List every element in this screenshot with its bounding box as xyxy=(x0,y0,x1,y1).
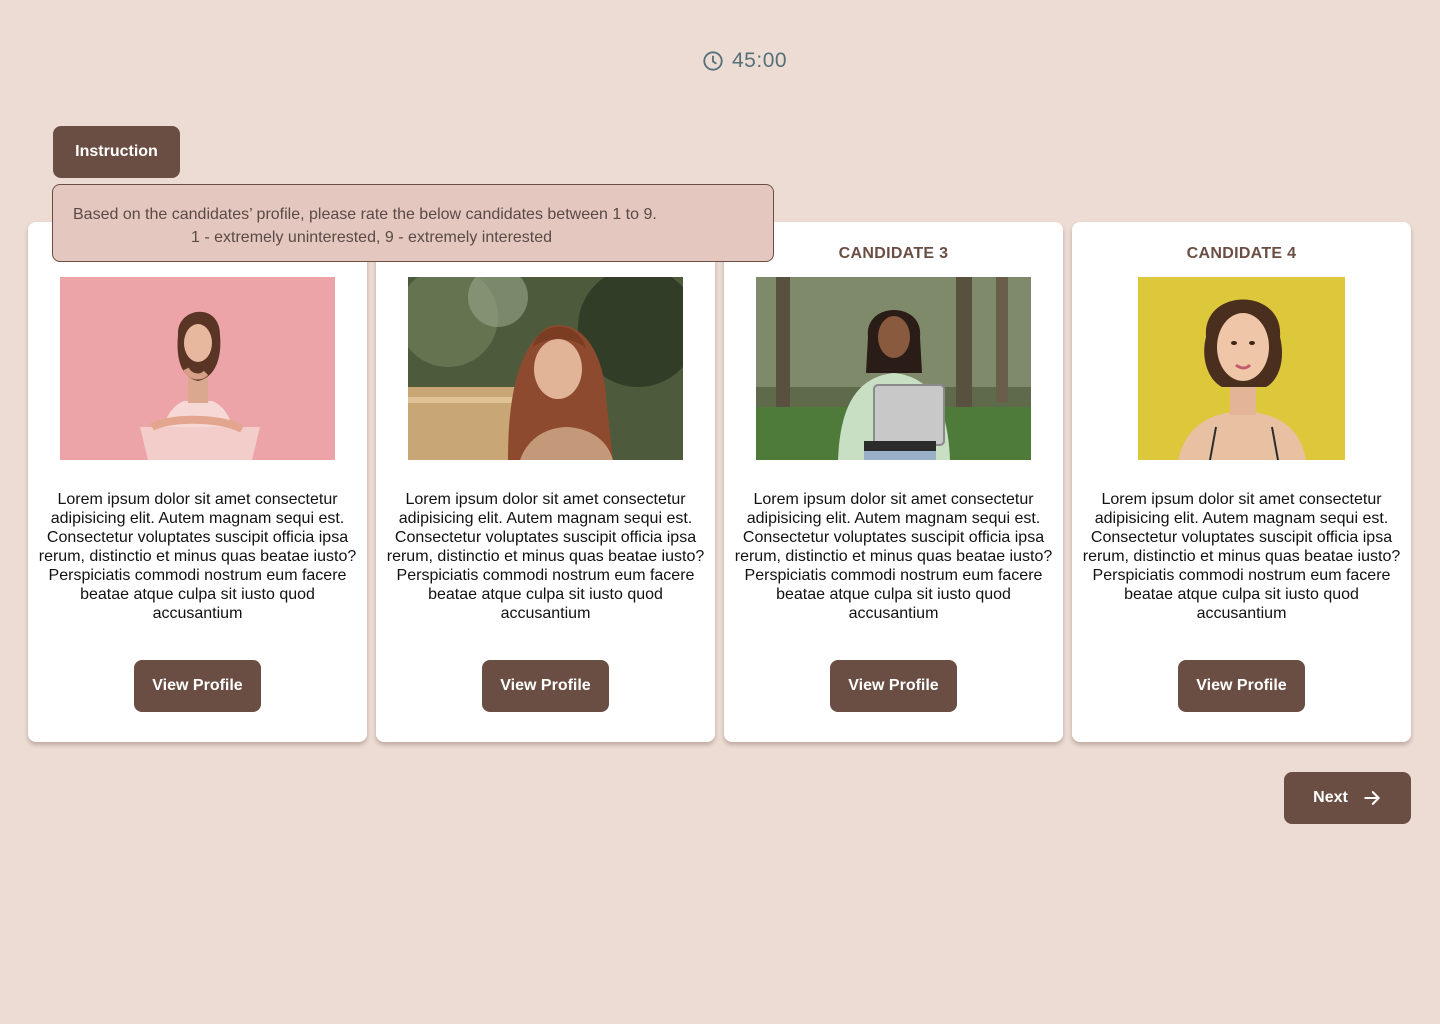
candidate-card-1: Lorem ipsum dolor sit amet consectetur a… xyxy=(28,222,367,742)
instruction-line-1: Based on the candidates’ profile, please… xyxy=(73,206,657,223)
candidate-1-photo xyxy=(60,277,335,460)
instruction-line-2: 1 - extremely uninterested, 9 - extremel… xyxy=(191,229,553,246)
view-profile-button[interactable]: View Profile xyxy=(1178,660,1305,712)
candidate-card-2: Lorem ipsum dolor sit amet consectetur a… xyxy=(376,222,715,742)
candidate-card-3: CANDIDATE 3 Lorem ipsum dolor sit amet c… xyxy=(724,222,1063,742)
candidate-description: Lorem ipsum dolor sit amet consectetur a… xyxy=(1082,491,1401,622)
view-profile-button[interactable]: View Profile xyxy=(134,660,261,712)
timer: 45:00 xyxy=(702,49,787,73)
arrow-right-icon xyxy=(1362,788,1382,808)
candidate-4-photo xyxy=(1138,277,1345,460)
timer-text: 45:00 xyxy=(732,49,788,72)
instruction-button[interactable]: Instruction xyxy=(53,126,180,178)
clock-icon xyxy=(702,50,724,72)
next-button[interactable]: Next xyxy=(1284,772,1411,824)
candidate-title: CANDIDATE 4 xyxy=(1186,245,1297,262)
candidate-description: Lorem ipsum dolor sit amet consectetur a… xyxy=(386,491,705,622)
next-label: Next xyxy=(1313,789,1348,806)
candidate-description: Lorem ipsum dolor sit amet consectetur a… xyxy=(38,491,357,622)
candidate-2-photo xyxy=(408,277,683,460)
candidate-3-photo xyxy=(756,277,1031,460)
candidate-cards: Lorem ipsum dolor sit amet consectetur a… xyxy=(28,222,1411,742)
view-profile-button[interactable]: View Profile xyxy=(830,660,957,712)
view-profile-button[interactable]: View Profile xyxy=(482,660,609,712)
candidate-card-4: CANDIDATE 4 Lorem ipsum dolor sit amet c… xyxy=(1072,222,1411,742)
candidate-description: Lorem ipsum dolor sit amet consectetur a… xyxy=(734,491,1053,622)
candidate-title: CANDIDATE 3 xyxy=(838,245,949,262)
instruction-panel: Based on the candidates’ profile, please… xyxy=(52,184,774,262)
